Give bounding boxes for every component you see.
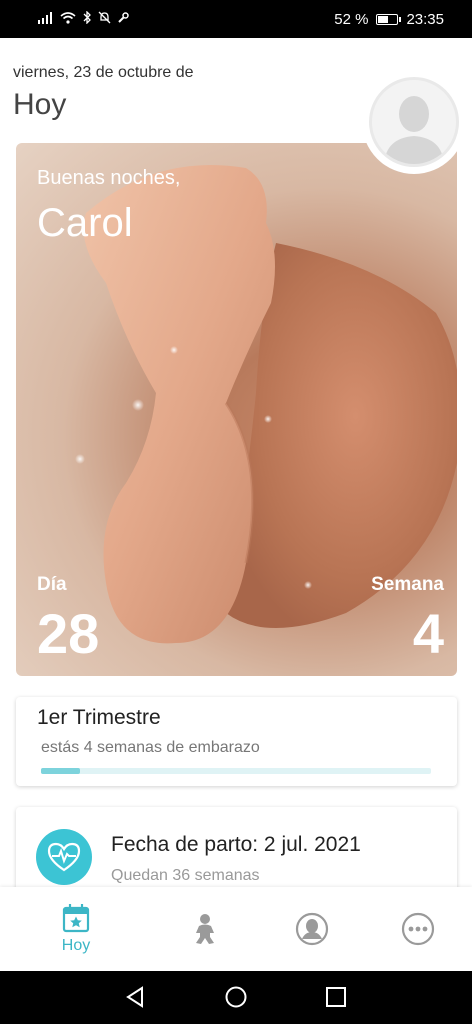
clock: 23:35	[406, 11, 444, 28]
status-right: 52 % 23:35	[334, 11, 444, 28]
nav-item-more[interactable]	[359, 887, 472, 971]
trimester-subtitle: estás 4 semanas de embarazo	[41, 739, 260, 756]
pregnancy-hero-card[interactable]: Buenas noches, Carol Día 28 Semana 4	[16, 143, 457, 676]
bluetooth-icon	[83, 11, 91, 24]
week-value: 4	[412, 602, 444, 665]
heartbeat-icon	[36, 829, 92, 885]
bottom-navigation: Hoy	[0, 887, 472, 971]
mute-icon	[98, 11, 111, 24]
nav-item-baby[interactable]	[147, 887, 265, 971]
recents-icon[interactable]	[324, 985, 348, 1009]
person-silhouette-icon	[384, 96, 444, 164]
week-label: Semana	[371, 574, 444, 595]
nav-item-mother[interactable]	[253, 887, 371, 971]
user-name: Carol	[37, 201, 133, 245]
signal-icon	[38, 11, 52, 24]
home-icon[interactable]	[224, 985, 248, 1009]
avatar[interactable]	[362, 70, 466, 174]
day-label: Día	[37, 574, 67, 595]
due-date-subtitle: Quedan 36 semanas	[111, 867, 260, 884]
mother-icon	[295, 912, 329, 946]
due-date-title: Fecha de parto: 2 jul. 2021	[111, 833, 361, 856]
trimester-progress-track	[41, 768, 431, 774]
system-navigation-bar	[0, 971, 472, 1024]
date-line: viernes, 23 de octubre de	[13, 64, 194, 81]
wrench-icon	[118, 11, 129, 23]
wifi-icon	[60, 11, 76, 24]
battery-percent: 52 %	[334, 11, 369, 28]
trimester-card[interactable]: 1er Trimestre estás 4 semanas de embaraz…	[16, 697, 457, 786]
trimester-title: 1er Trimestre	[37, 706, 161, 729]
baby-icon	[196, 914, 214, 944]
greeting: Buenas noches,	[37, 167, 181, 189]
trimester-progress-fill	[41, 768, 80, 774]
nav-item-hoy[interactable]: Hoy	[17, 887, 135, 971]
calendar-star-icon	[62, 904, 90, 933]
nav-label-hoy: Hoy	[61, 937, 91, 954]
status-bar: 52 % 23:35	[0, 0, 472, 38]
page-title: Hoy	[13, 88, 67, 121]
back-icon[interactable]	[123, 985, 147, 1009]
status-icons	[38, 11, 129, 24]
day-value: 28	[37, 602, 100, 665]
battery-icon	[376, 14, 402, 25]
avatar-placeholder	[369, 77, 459, 167]
more-icon	[401, 912, 435, 946]
